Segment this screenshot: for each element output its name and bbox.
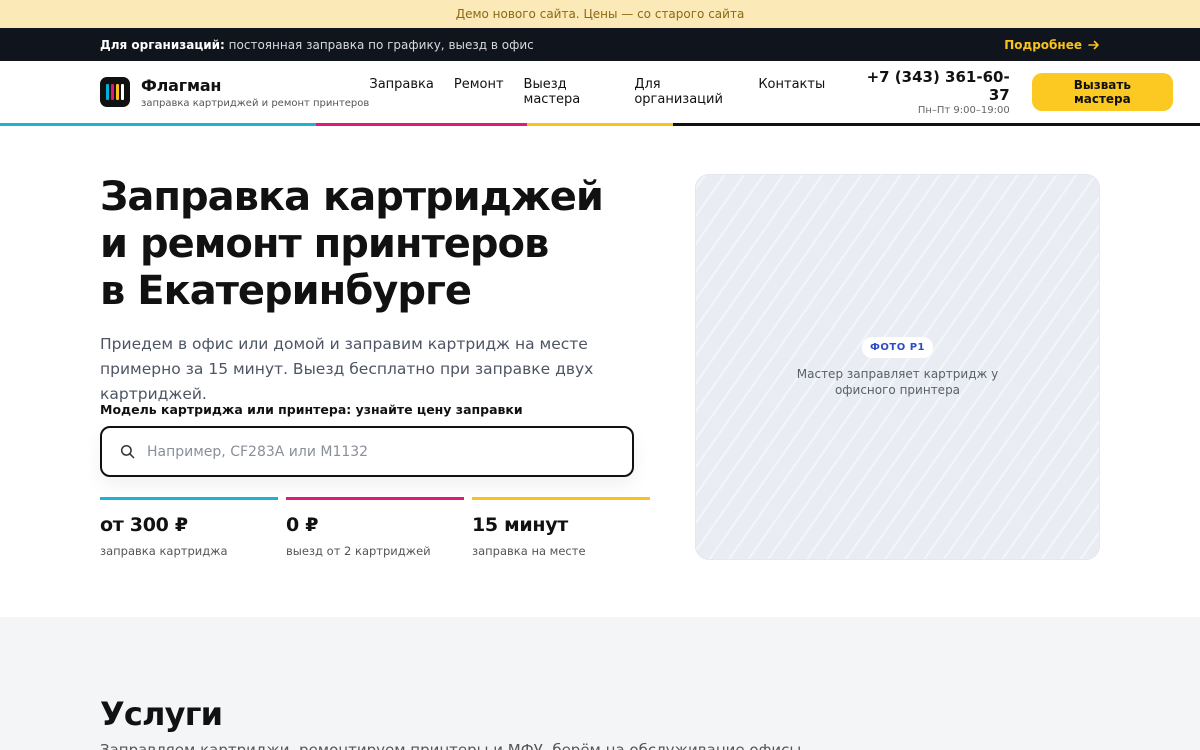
search-input[interactable] xyxy=(147,443,607,460)
stat-time-value: 15 минут xyxy=(472,514,569,536)
main-nav: Заправка Ремонт Выезд мастера Для органи… xyxy=(369,77,825,107)
brand-text: Флагман заправка картриджей и ремонт при… xyxy=(141,76,369,109)
services-subtitle: Заправляем картриджи, ремонтируем принте… xyxy=(100,741,802,750)
search-label: Модель картриджа или принтера: узнайте ц… xyxy=(100,402,523,417)
hero-title-line-2: и ремонт принтеров xyxy=(100,221,549,267)
stat-price: от 300 ₽ заправка картриджа xyxy=(100,497,278,558)
services-section: Услуги Заправляем картриджи, ремонтируем… xyxy=(0,617,1200,750)
organizations-bar-label: Для организаций: xyxy=(100,37,225,52)
hero-title-line-1: Заправка картриджей xyxy=(100,174,604,220)
stat-time: 15 минут заправка на месте xyxy=(472,497,650,558)
demo-banner: Демо нового сайта. Цены — со старого сай… xyxy=(0,0,1200,28)
phone-number[interactable]: +7 (343) 361-60-37 xyxy=(855,68,1010,104)
photo-caption: Мастер заправляет картридж у офисного пр… xyxy=(796,366,999,397)
search-box[interactable] xyxy=(100,426,634,477)
stat-visit-value: 0 ₽ xyxy=(286,514,319,536)
search-icon xyxy=(120,444,135,459)
hero-photo-placeholder: ФОТО P1 Мастер заправляет картридж у офи… xyxy=(695,174,1100,560)
logo-bar-yellow xyxy=(116,84,119,100)
contact-block: +7 (343) 361-60-37 Пн–Пт 9:00–19:00 xyxy=(855,68,1010,116)
nav-item-repair[interactable]: Ремонт xyxy=(454,77,504,107)
organizations-bar-text: постоянная заправка по графику, выезд в … xyxy=(228,37,534,52)
demo-banner-text: Демо нового сайта. Цены — со старого сай… xyxy=(455,7,745,21)
stat-price-label: заправка картриджа xyxy=(100,544,228,558)
stats-row: от 300 ₽ заправка картриджа 0 ₽ выезд от… xyxy=(100,497,650,558)
stat-price-value: от 300 ₽ xyxy=(100,514,188,536)
brand[interactable]: Флагман заправка картриджей и ремонт при… xyxy=(100,76,369,109)
hero-title-line-3: в Екатеринбурге xyxy=(100,268,472,314)
photo-badge: ФОТО P1 xyxy=(861,336,933,358)
organizations-more-link[interactable]: Подробнее xyxy=(1004,38,1100,52)
hero-title: Заправка картриджей и ремонт принтеров в… xyxy=(100,174,660,315)
logo-bar-white xyxy=(121,84,124,100)
call-master-button[interactable]: Вызвать мастера xyxy=(1031,73,1173,111)
brand-name: Флагман xyxy=(141,75,222,95)
nav-item-organizations[interactable]: Для организаций xyxy=(634,77,738,107)
logo-bar-cyan xyxy=(106,84,109,100)
organizations-bar: Для организаций: постоянная заправка по … xyxy=(0,28,1200,61)
hero-description: Приедем в офис или домой и заправим карт… xyxy=(100,335,594,403)
nav-item-contacts[interactable]: Контакты xyxy=(758,77,825,107)
working-hours: Пн–Пт 9:00–19:00 xyxy=(917,105,1010,116)
arrow-right-icon xyxy=(1088,40,1099,49)
brand-tagline: заправка картриджей и ремонт принтеров xyxy=(141,97,370,109)
services-title: Услуги xyxy=(100,695,223,733)
stat-time-label: заправка на месте xyxy=(472,544,586,558)
site-header: Флагман заправка картриджей и ремонт при… xyxy=(0,61,1200,123)
stat-visit: 0 ₽ выезд от 2 картриджей xyxy=(286,497,464,558)
hero-section: Заправка картриджей и ремонт принтеров в… xyxy=(0,126,1200,620)
nav-item-visit[interactable]: Выезд мастера xyxy=(524,77,615,107)
organizations-bar-info: Для организаций: постоянная заправка по … xyxy=(100,38,534,52)
logo-icon xyxy=(100,77,130,107)
organizations-more-label: Подробнее xyxy=(1004,37,1082,52)
stat-visit-label: выезд от 2 картриджей xyxy=(286,544,431,558)
logo-bar-magenta xyxy=(111,84,114,100)
nav-item-refill[interactable]: Заправка xyxy=(369,77,434,107)
